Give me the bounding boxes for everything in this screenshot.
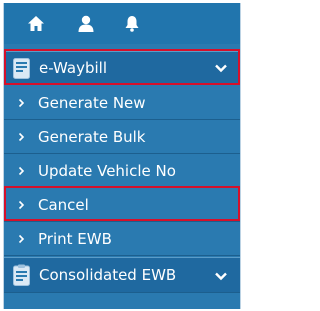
chevron-right-icon — [18, 98, 26, 108]
chevron-down-icon — [215, 64, 227, 73]
chevron-right-icon — [18, 132, 26, 142]
bell-icon[interactable] — [122, 13, 142, 33]
document-icon — [13, 57, 31, 79]
menu-item-label: Print EWB — [38, 229, 112, 248]
menu-item-generate-bulk[interactable]: Generate Bulk — [4, 120, 240, 154]
chevron-right-icon — [18, 234, 26, 244]
chevron-right-icon — [18, 166, 26, 176]
menu-item-label: Generate New — [38, 93, 146, 112]
menu-header-label: e-Waybill — [39, 59, 107, 77]
menu-item-cancel[interactable]: Cancel — [4, 188, 240, 222]
user-icon[interactable] — [76, 13, 96, 33]
sidebar-menu: e-Waybill Generate New Generate Bulk Upd… — [3, 3, 241, 309]
menu-item-label: Update Vehicle No — [38, 161, 176, 180]
menu-item-update-vehicle-no[interactable]: Update Vehicle No — [4, 154, 240, 188]
chevron-right-icon — [18, 200, 26, 210]
top-icon-bar — [4, 3, 240, 44]
chevron-down-icon — [215, 272, 227, 281]
menu-header-consolidated-ewb[interactable]: Consolidated EWB — [4, 257, 240, 293]
menu-header-label: Consolidated EWB — [39, 266, 177, 284]
menu-item-print-ewb[interactable]: Print EWB — [4, 222, 240, 256]
menu-header-ewaybill[interactable]: e-Waybill — [4, 51, 240, 85]
home-icon[interactable] — [26, 13, 46, 33]
menu-item-label: Cancel — [38, 195, 89, 214]
menu-item-label: Generate Bulk — [38, 127, 146, 146]
clipboard-icon — [13, 264, 31, 286]
menu-item-generate-new[interactable]: Generate New — [4, 86, 240, 120]
